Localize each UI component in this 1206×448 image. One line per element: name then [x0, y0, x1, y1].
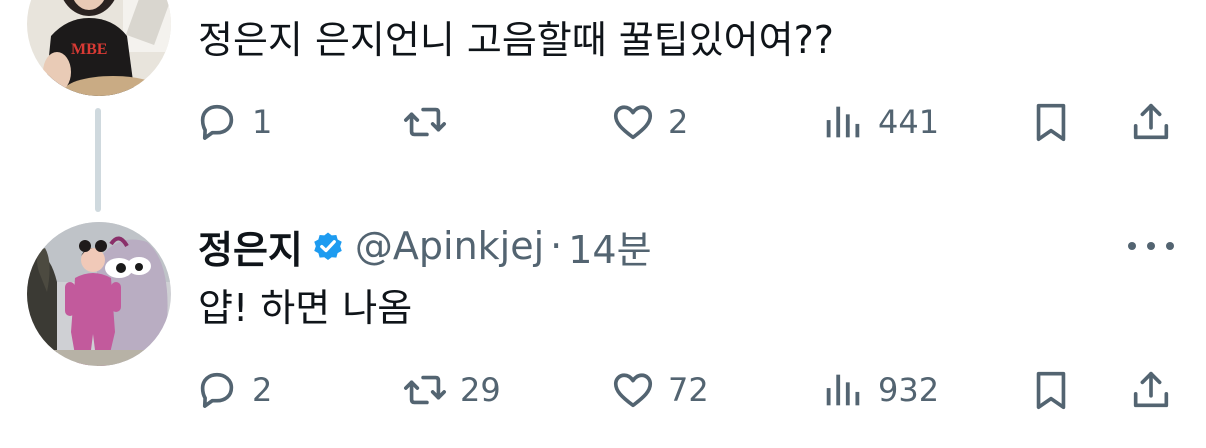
views-count: 441 — [878, 103, 940, 141]
more-icon-dot — [1147, 242, 1155, 250]
tweet-header: 정은지 @Apinkjej · 14분 — [198, 222, 652, 272]
like-count: 2 — [668, 103, 689, 141]
cut-off-text-fragment — [560, 0, 710, 4]
tweet-text: 정은지 은지언니 고음할때 꿀팁있어여?? — [198, 18, 834, 62]
views-count: 932 — [878, 371, 940, 409]
retweet-button[interactable]: 29 — [402, 360, 501, 420]
share-button[interactable] — [1128, 360, 1174, 420]
share-icon — [1133, 103, 1169, 140]
display-name[interactable]: 정은지 — [198, 219, 303, 274]
share-icon — [1133, 371, 1169, 408]
bookmark-button[interactable] — [1028, 360, 1074, 420]
reply-button[interactable]: 1 — [194, 92, 272, 152]
avatar-user1[interactable]: MBE — [27, 0, 171, 96]
svg-text:MBE: MBE — [71, 41, 107, 58]
separator-dot: · — [550, 224, 563, 268]
like-button[interactable]: 2 — [610, 92, 688, 152]
bookmark-button[interactable] — [1028, 92, 1074, 152]
views-button[interactable]: 932 — [820, 360, 939, 420]
views-chart-icon — [826, 374, 860, 406]
views-chart-icon — [826, 106, 860, 138]
tweet-text: 얍! 하면 나옴 — [198, 286, 413, 330]
tweet-timestamp[interactable]: 14분 — [568, 219, 651, 274]
tweet-action-bar: 2 29 72 932 — [0, 360, 1206, 420]
heart-icon — [613, 105, 653, 140]
share-button[interactable] — [1128, 92, 1174, 152]
reply-icon — [200, 104, 234, 140]
user-handle[interactable]: @Apinkjej — [355, 224, 544, 268]
avatar-apinkjej[interactable] — [27, 222, 171, 366]
more-options-button[interactable] — [1128, 231, 1174, 261]
retweet-button[interactable] — [402, 92, 460, 152]
bookmark-icon — [1036, 103, 1066, 142]
reply-button[interactable]: 2 — [194, 360, 272, 420]
like-button[interactable]: 72 — [610, 360, 709, 420]
views-button[interactable]: 441 — [820, 92, 939, 152]
retweet-icon — [404, 107, 446, 137]
more-icon — [1128, 242, 1136, 250]
more-icon-dot — [1166, 242, 1174, 250]
reply-count: 2 — [252, 371, 273, 409]
verified-badge-icon — [314, 232, 342, 261]
like-count: 72 — [668, 371, 709, 409]
retweet-count: 29 — [460, 371, 501, 409]
bookmark-icon — [1036, 371, 1066, 410]
retweet-icon — [404, 375, 446, 405]
reply-count: 1 — [252, 103, 273, 141]
reply-icon — [200, 372, 234, 408]
heart-icon — [613, 373, 653, 408]
tweet-action-bar: 1 2 441 — [0, 92, 1206, 152]
